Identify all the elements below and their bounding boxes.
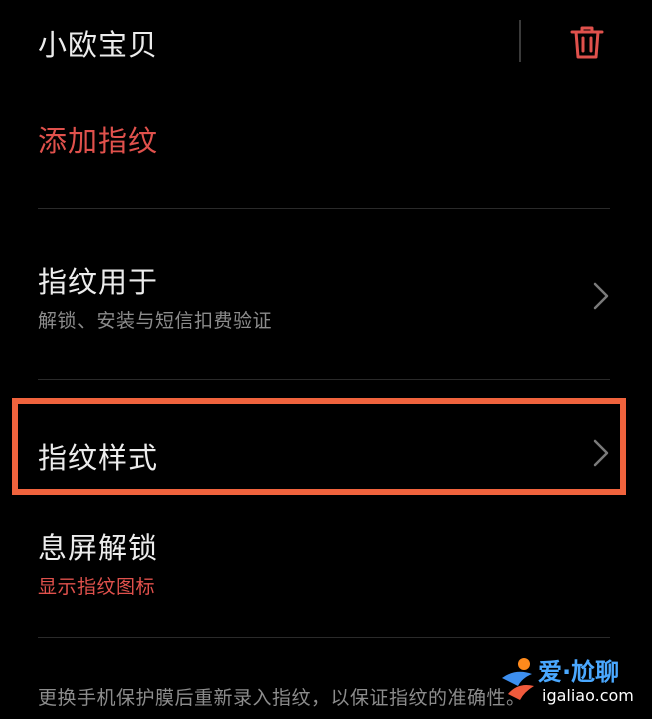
highlight-box <box>12 398 626 495</box>
watermark-title: 爱·尬聊 <box>538 658 620 686</box>
trash-icon[interactable] <box>569 24 605 60</box>
setting-fingerprint-usage[interactable]: 指纹用于 解锁、安装与短信扣费验证 <box>0 209 652 379</box>
footnote-text: 更换手机保护膜后重新录入指纹，以保证指纹的准确性。 <box>38 687 526 709</box>
setting-title: 指纹用于 <box>38 265 159 299</box>
setting-subtitle: 显示指纹图标 <box>38 576 156 598</box>
watermark: 爱·尬聊 igaliao.com <box>498 652 648 714</box>
setting-title: 息屏解锁 <box>38 531 159 565</box>
vertical-divider <box>519 20 521 62</box>
fingerprint-entry-row[interactable]: 小欧宝贝 <box>0 0 652 80</box>
divider <box>38 637 610 638</box>
fingerprint-name[interactable]: 小欧宝贝 <box>38 22 158 64</box>
watermark-url: igaliao.com <box>542 686 634 705</box>
watermark-logo-icon <box>502 658 534 700</box>
setting-subtitle: 解锁、安装与短信扣费验证 <box>38 310 273 332</box>
divider <box>38 379 610 380</box>
setting-screen-off-unlock[interactable]: 息屏解锁 显示指纹图标 <box>0 505 652 615</box>
chevron-right-icon <box>593 282 609 310</box>
add-fingerprint-row[interactable]: 添加指纹 <box>0 100 652 180</box>
add-fingerprint-button[interactable]: 添加指纹 <box>38 118 158 160</box>
